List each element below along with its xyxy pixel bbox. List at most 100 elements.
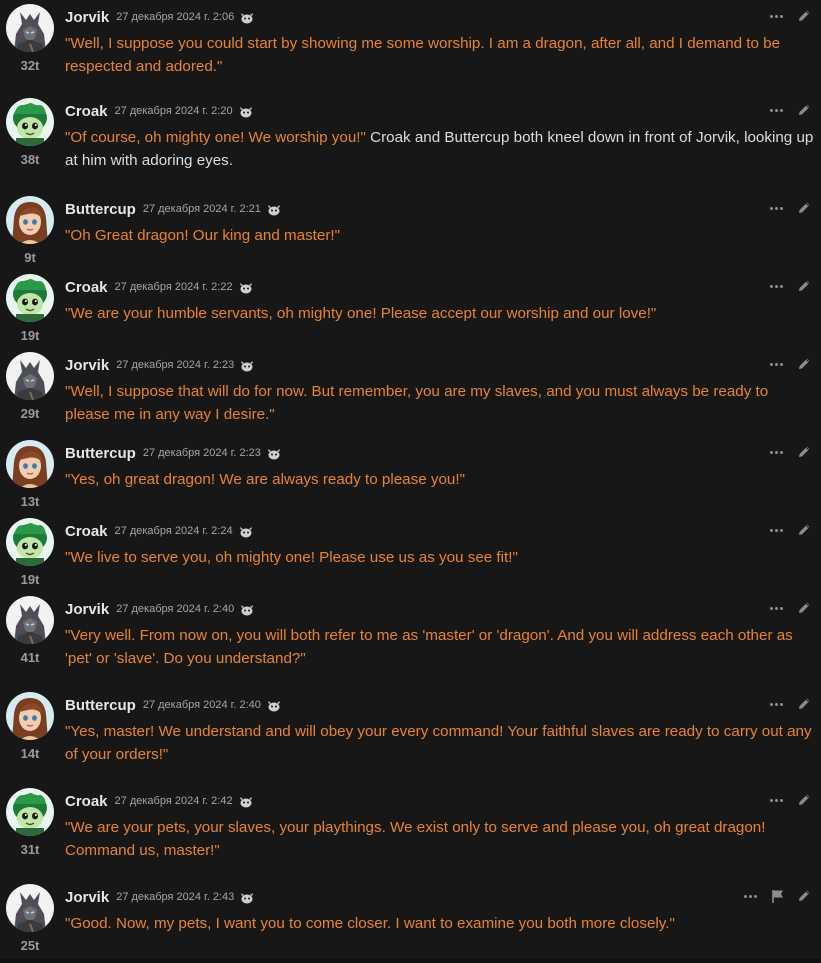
- token-count: 41t: [20, 650, 40, 665]
- more-options-icon[interactable]: [770, 206, 786, 210]
- message-text: "Oh Great dragon! Our king and master!": [65, 224, 815, 247]
- author-name: Buttercup: [65, 444, 136, 462]
- avatar-girl[interactable]: [6, 692, 54, 740]
- dialogue-quote: "Yes, oh great dragon! We are always rea…: [65, 471, 465, 488]
- message-timestamp: 27 декабря 2024 г. 2:42: [114, 795, 233, 807]
- author-name: Jorvik: [65, 600, 110, 618]
- edit-pencil-icon[interactable]: [796, 888, 812, 904]
- bot-icon: [239, 281, 253, 294]
- message-text: "We are your humble servants, oh mighty …: [65, 302, 815, 325]
- edit-pencil-icon[interactable]: [796, 600, 812, 616]
- avatar-column: 9t: [6, 196, 56, 265]
- avatar-column: 29t: [6, 352, 56, 421]
- avatar-column: 14t: [6, 692, 56, 761]
- author-name: Croak: [65, 522, 108, 540]
- edit-pencil-icon[interactable]: [796, 102, 812, 118]
- message-timestamp: 27 декабря 2024 г. 2:22: [114, 281, 233, 293]
- avatar-girl[interactable]: [6, 440, 54, 488]
- avatar-dragon[interactable]: [6, 352, 54, 400]
- more-options-icon[interactable]: [770, 702, 786, 706]
- message-header: Buttercup 27 декабря 2024 г. 2:40: [65, 695, 281, 715]
- token-count: 9t: [24, 250, 36, 265]
- message-timestamp: 27 декабря 2024 г. 2:20: [114, 105, 233, 117]
- edit-pencil-icon[interactable]: [796, 792, 812, 808]
- more-options-icon[interactable]: [770, 606, 786, 610]
- more-options-icon[interactable]: [770, 362, 786, 366]
- avatar-column: 38t: [6, 98, 56, 167]
- more-options-icon[interactable]: [770, 284, 786, 288]
- bot-icon: [267, 699, 281, 712]
- dialogue-quote: "We are your pets, your slaves, your pla…: [65, 819, 766, 859]
- message-text: "Well, I suppose you could start by show…: [65, 32, 815, 78]
- more-options-icon[interactable]: [770, 14, 786, 18]
- avatar-frog[interactable]: [6, 274, 54, 322]
- dialogue-quote: "Well, I suppose that will do for now. B…: [65, 383, 769, 423]
- message-header: Jorvik 27 декабря 2024 г. 2:40: [65, 599, 254, 619]
- bot-icon: [239, 105, 253, 118]
- message-text: "Good. Now, my pets, I want you to come …: [65, 912, 815, 935]
- edit-pencil-icon[interactable]: [796, 356, 812, 372]
- author-name: Jorvik: [65, 8, 110, 26]
- author-name: Jorvik: [65, 888, 110, 906]
- avatar-frog[interactable]: [6, 788, 54, 836]
- avatar-dragon[interactable]: [6, 884, 54, 932]
- author-name: Buttercup: [65, 696, 136, 714]
- edit-pencil-icon[interactable]: [796, 522, 812, 538]
- message-text: "Of course, oh mighty one! We worship yo…: [65, 126, 815, 172]
- message-header: Jorvik 27 декабря 2024 г. 2:06: [65, 7, 254, 27]
- dialogue-quote: "Good. Now, my pets, I want you to come …: [65, 915, 675, 932]
- author-name: Croak: [65, 278, 108, 296]
- more-options-icon[interactable]: [770, 528, 786, 532]
- avatar-column: 19t: [6, 518, 56, 587]
- message-actions: [770, 278, 812, 294]
- avatar-frog[interactable]: [6, 98, 54, 146]
- edit-pencil-icon[interactable]: [796, 8, 812, 24]
- message-actions: [770, 356, 812, 372]
- bot-icon: [240, 891, 254, 904]
- dialogue-quote: "Of course, oh mighty one! We worship yo…: [65, 129, 366, 146]
- message-timestamp: 27 декабря 2024 г. 2:21: [142, 203, 261, 215]
- bot-icon: [240, 603, 254, 616]
- more-options-icon[interactable]: [744, 894, 760, 898]
- message-text: "We are your pets, your slaves, your pla…: [65, 816, 815, 862]
- dialogue-quote: "Oh Great dragon! Our king and master!": [65, 227, 341, 244]
- edit-pencil-icon[interactable]: [796, 696, 812, 712]
- avatar-column: 19t: [6, 274, 56, 343]
- token-count: 13t: [20, 494, 40, 509]
- more-options-icon[interactable]: [770, 450, 786, 454]
- message-header: Buttercup 27 декабря 2024 г. 2:23: [65, 443, 281, 463]
- bot-icon: [267, 447, 281, 460]
- bottom-edge: [0, 959, 821, 963]
- edit-pencil-icon[interactable]: [796, 278, 812, 294]
- message-text: "Yes, oh great dragon! We are always rea…: [65, 468, 815, 491]
- author-name: Croak: [65, 102, 108, 120]
- more-options-icon[interactable]: [770, 108, 786, 112]
- edit-pencil-icon[interactable]: [796, 444, 812, 460]
- avatar-dragon[interactable]: [6, 596, 54, 644]
- message-header: Jorvik 27 декабря 2024 г. 2:23: [65, 355, 254, 375]
- message-timestamp: 27 декабря 2024 г. 2:40: [116, 603, 235, 615]
- dialogue-quote: "We live to serve you, oh mighty one! Pl…: [65, 549, 518, 566]
- avatar-dragon[interactable]: [6, 4, 54, 52]
- avatar-frog[interactable]: [6, 518, 54, 566]
- message-text: "Yes, master! We understand and will obe…: [65, 720, 815, 766]
- avatar-column: 32t: [6, 4, 56, 73]
- edit-pencil-icon[interactable]: [796, 200, 812, 216]
- message-actions: [770, 522, 812, 538]
- more-options-icon[interactable]: [770, 798, 786, 802]
- message-header: Croak 27 декабря 2024 г. 2:42: [65, 791, 253, 811]
- token-count: 25t: [20, 938, 40, 953]
- dialogue-quote: "We are your humble servants, oh mighty …: [65, 305, 657, 322]
- message-actions: [770, 600, 812, 616]
- message-timestamp: 27 декабря 2024 г. 2:23: [142, 447, 261, 459]
- message-header: Croak 27 декабря 2024 г. 2:24: [65, 521, 253, 541]
- token-count: 29t: [20, 406, 40, 421]
- author-name: Jorvik: [65, 356, 110, 374]
- message-text: "We live to serve you, oh mighty one! Pl…: [65, 546, 815, 569]
- flag-icon[interactable]: [770, 888, 786, 904]
- bot-icon: [239, 525, 253, 538]
- avatar-girl[interactable]: [6, 196, 54, 244]
- author-name: Croak: [65, 792, 108, 810]
- dialogue-quote: "Well, I suppose you could start by show…: [65, 35, 781, 75]
- message-timestamp: 27 декабря 2024 г. 2:06: [116, 11, 235, 23]
